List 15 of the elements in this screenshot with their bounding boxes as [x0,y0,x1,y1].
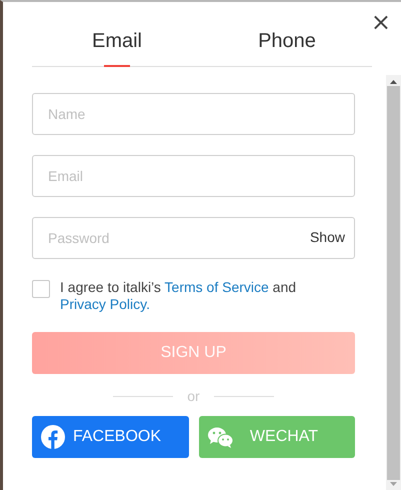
facebook-icon [41,425,65,449]
agreement-text: I agree to italki’s Terms of Service and Privacy Policy. [60,279,298,313]
tab[interactable]: Email [32,26,202,66]
chat-bubbles-icon [208,426,233,448]
scrollbar[interactable] [386,75,401,490]
checkbox[interactable] [32,280,50,298]
scroll-thumb[interactable] [387,86,400,480]
scroll-up-icon[interactable] [390,80,397,84]
input-field[interactable]: Name [32,93,355,135]
scroll-down-icon[interactable] [390,482,397,486]
facebook-button[interactable]: FACEBOOK [32,416,189,458]
policy-link[interactable]: Terms of Service [164,279,269,295]
policy-link[interactable]: Privacy Policy. [60,296,150,312]
input-field[interactable]: Email [32,155,355,197]
show-password-button[interactable]: Show [310,229,345,245]
